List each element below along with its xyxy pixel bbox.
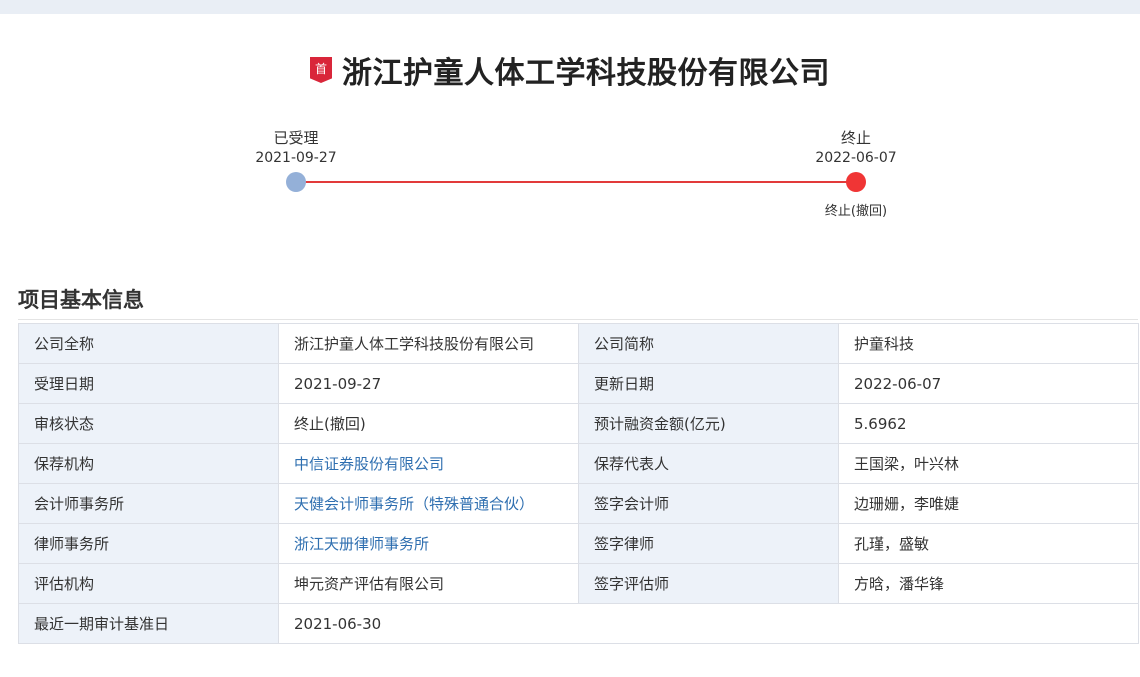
accept-date-label: 受理日期 <box>18 363 279 404</box>
table-row: 受理日期 2021-09-27 更新日期 2022-06-07 <box>18 363 1139 404</box>
table-row: 公司全称 浙江护童人体工学科技股份有限公司 公司简称 护童科技 <box>18 323 1139 364</box>
timeline-node-start: 已受理 2021-09-27 <box>226 128 366 168</box>
project-info-table: 公司全称 浙江护童人体工学科技股份有限公司 公司简称 护童科技 受理日期 202… <box>18 323 1139 644</box>
signing-lawyers-value: 孔瑾，盛敏 <box>838 523 1139 564</box>
timeline-start-date: 2021-09-27 <box>255 150 337 166</box>
timeline-start-label: 已受理 <box>273 129 319 147</box>
table-row: 律师事务所 浙江天册律师事务所 签字律师 孔瑾，盛敏 <box>18 523 1139 564</box>
page-title: 浙江护童人体工学科技股份有限公司 <box>342 56 830 91</box>
timeline-line <box>296 181 856 183</box>
appraisal-firm-value: 坤元资产评估有限公司 <box>278 563 579 604</box>
planned-financing-value: 5.6962 <box>838 403 1139 444</box>
sponsor-label: 保荐机构 <box>18 443 279 484</box>
timeline-end-label: 终止 <box>840 129 871 147</box>
table-row: 最近一期审计基准日 2021-06-30 <box>18 603 1139 644</box>
table-row: 评估机构 坤元资产评估有限公司 签字评估师 方晗，潘华锋 <box>18 563 1139 604</box>
signing-accountants-label: 签字会计师 <box>578 483 839 524</box>
sponsor-reps-label: 保荐代表人 <box>578 443 839 484</box>
planned-financing-label: 预计融资金额(亿元) <box>578 403 839 444</box>
law-firm-label: 律师事务所 <box>18 523 279 564</box>
signing-lawyers-label: 签字律师 <box>578 523 839 564</box>
sponsor-cell: 中信证券股份有限公司 <box>278 443 579 484</box>
signing-appraisers-label: 签字评估师 <box>578 563 839 604</box>
accounting-firm-link[interactable]: 天健会计师事务所（特殊普通合伙） <box>294 495 534 513</box>
page-header: 首 浙江护童人体工学科技股份有限公司 <box>0 48 1140 92</box>
company-short-name-value: 护童科技 <box>838 323 1139 364</box>
company-full-name-value: 浙江护童人体工学科技股份有限公司 <box>278 323 579 364</box>
table-row: 会计师事务所 天健会计师事务所（特殊普通合伙） 签字会计师 边珊姗，李唯婕 <box>18 483 1139 524</box>
signing-accountants-value: 边珊姗，李唯婕 <box>838 483 1139 524</box>
section-title: 项目基本信息 <box>18 288 144 312</box>
table-row: 审核状态 终止(撤回) 预计融资金额(亿元) 5.6962 <box>18 403 1139 444</box>
company-full-name-label: 公司全称 <box>18 323 279 364</box>
update-date-value: 2022-06-07 <box>838 363 1139 404</box>
timeline-start-dot-icon <box>286 172 306 192</box>
audit-base-date-label: 最近一期审计基准日 <box>18 603 279 644</box>
top-bar <box>0 0 1140 14</box>
table-row: 保荐机构 中信证券股份有限公司 保荐代表人 王国梁，叶兴林 <box>18 443 1139 484</box>
accounting-firm-cell: 天健会计师事务所（特殊普通合伙） <box>278 483 579 524</box>
timeline-node-end: 终止 2022-06-07 <box>786 128 926 168</box>
progress-timeline: 已受理 2021-09-27 终止 2022-06-07 终止(撤回) <box>0 124 1140 224</box>
sponsor-reps-value: 王国梁，叶兴林 <box>838 443 1139 484</box>
audit-base-date-value: 2021-06-30 <box>278 603 1139 644</box>
accept-date-value: 2021-09-27 <box>278 363 579 404</box>
appraisal-firm-label: 评估机构 <box>18 563 279 604</box>
sponsor-link[interactable]: 中信证券股份有限公司 <box>294 455 444 473</box>
company-short-name-label: 公司简称 <box>578 323 839 364</box>
law-firm-cell: 浙江天册律师事务所 <box>278 523 579 564</box>
update-date-label: 更新日期 <box>578 363 839 404</box>
timeline-end-dot-icon <box>846 172 866 192</box>
section-divider <box>18 319 1138 320</box>
signing-appraisers-value: 方晗，潘华锋 <box>838 563 1139 604</box>
accounting-firm-label: 会计师事务所 <box>18 483 279 524</box>
review-status-value: 终止(撤回) <box>278 403 579 444</box>
timeline-end-date: 2022-06-07 <box>815 150 897 166</box>
timeline-end-status: 终止(撤回) <box>824 204 888 219</box>
main-board-badge-icon: 首 <box>310 57 332 83</box>
review-status-label: 审核状态 <box>18 403 279 444</box>
law-firm-link[interactable]: 浙江天册律师事务所 <box>294 535 429 553</box>
